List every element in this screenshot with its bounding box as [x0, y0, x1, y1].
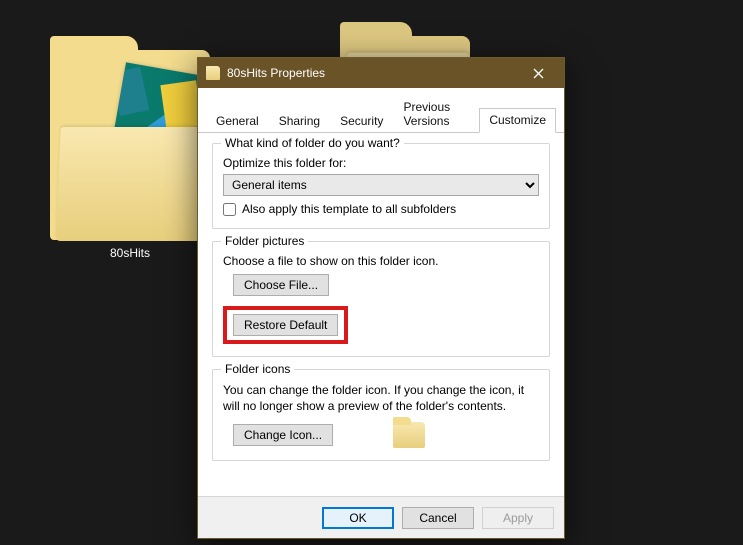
choose-file-button[interactable]: Choose File... — [233, 274, 329, 296]
restore-default-button[interactable]: Restore Default — [233, 314, 338, 336]
optimize-label: Optimize this folder for: — [223, 156, 539, 170]
apply-subfolders-checkbox[interactable] — [223, 203, 236, 216]
choose-file-prompt: Choose a file to show on this folder ico… — [223, 254, 539, 268]
dialog-title: 80sHits Properties — [227, 66, 511, 80]
apply-subfolders-label: Also apply this template to all subfolde… — [242, 202, 456, 216]
tab-customize[interactable]: Customize — [479, 108, 556, 133]
optimize-combo[interactable]: General items — [223, 174, 539, 196]
group-folder-icons: Folder icons You can change the folder i… — [212, 369, 550, 461]
dialog-button-bar: OK Cancel Apply — [198, 496, 564, 538]
group-folder-pictures: Folder pictures Choose a file to show on… — [212, 241, 550, 357]
apply-button: Apply — [482, 507, 554, 529]
properties-dialog: 80sHits Properties General Sharing Secur… — [197, 57, 565, 539]
tab-general[interactable]: General — [206, 109, 269, 133]
tab-previous-versions[interactable]: Previous Versions — [393, 95, 479, 133]
group-title: Folder icons — [221, 362, 294, 376]
folder-icon-preview — [393, 422, 425, 448]
tab-sharing[interactable]: Sharing — [269, 109, 330, 133]
group-folder-type: What kind of folder do you want? Optimiz… — [212, 143, 550, 229]
titlebar[interactable]: 80sHits Properties — [198, 58, 564, 88]
group-title: What kind of folder do you want? — [221, 136, 404, 150]
folder-icon — [206, 66, 220, 80]
apply-subfolders-row[interactable]: Also apply this template to all subfolde… — [223, 202, 539, 216]
restore-default-highlight: Restore Default — [223, 306, 348, 344]
close-icon[interactable] — [518, 58, 558, 88]
folder-icon — [50, 50, 210, 240]
change-icon-prompt: You can change the folder icon. If you c… — [223, 382, 539, 414]
tabstrip: General Sharing Security Previous Versio… — [198, 88, 564, 133]
folder-label: 80sHits — [110, 246, 150, 260]
cancel-button[interactable]: Cancel — [402, 507, 474, 529]
group-title: Folder pictures — [221, 234, 308, 248]
change-icon-button[interactable]: Change Icon... — [233, 424, 333, 446]
desktop-folder-80shits[interactable]: 80sHits — [50, 50, 210, 260]
tab-security[interactable]: Security — [330, 109, 393, 133]
ok-button[interactable]: OK — [322, 507, 394, 529]
tab-content: What kind of folder do you want? Optimiz… — [198, 133, 564, 496]
